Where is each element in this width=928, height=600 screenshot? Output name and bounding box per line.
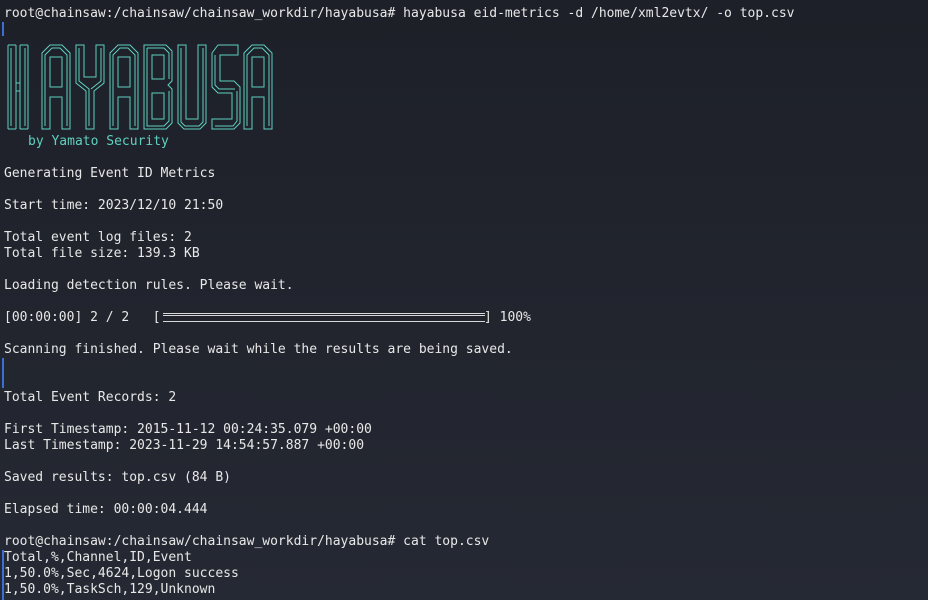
logo-letters — [7, 44, 273, 130]
total-event-records: Total Event Records: 2 — [4, 390, 177, 405]
total-file-size: Total file size: 139.3 KB — [4, 246, 200, 261]
terminal-window[interactable]: root@chainsaw:/chainsaw/chainsaw_workdir… — [0, 0, 928, 600]
start-time: Start time: 2023/12/10 21:50 — [4, 198, 224, 213]
csv-row-line: 1,50.0%,TaskSch,129,Unknown — [4, 582, 216, 597]
scanning-finished: Scanning finished. Please wait while the… — [4, 342, 513, 357]
scroll-marker — [2, 22, 4, 36]
hayabusa-logo — [7, 44, 273, 130]
progress-bar — [163, 313, 485, 322]
progress-bar-fill — [163, 315, 485, 319]
generating-status: Generating Event ID Metrics — [4, 166, 216, 181]
elapsed-time: Elapsed time: 00:00:04.444 — [4, 502, 208, 517]
progress-label: [00:00:00] 2 / 2 [ — [4, 310, 161, 325]
total-log-files: Total event log files: 2 — [4, 230, 192, 245]
first-timestamp: First Timestamp: 2015-11-12 00:24:35.079… — [4, 422, 372, 437]
logo-byline: by Yamato Security — [28, 134, 169, 149]
scroll-marker — [2, 358, 4, 388]
command-line-eid-metrics: root@chainsaw:/chainsaw/chainsaw_workdir… — [4, 6, 795, 21]
csv-row-line: 1,50.0%,Sec,4624,Logon success — [4, 566, 239, 581]
loading-rules: Loading detection rules. Please wait. — [4, 278, 294, 293]
csv-header-line: Total,%,Channel,ID,Event — [4, 550, 192, 565]
saved-results: Saved results: top.csv (84 B) — [4, 470, 231, 485]
command-line-cat: root@chainsaw:/chainsaw/chainsaw_workdir… — [4, 534, 490, 549]
last-timestamp: Last Timestamp: 2023-11-29 14:54:57.887 … — [4, 438, 365, 453]
progress-percent: ] 100% — [484, 310, 531, 325]
